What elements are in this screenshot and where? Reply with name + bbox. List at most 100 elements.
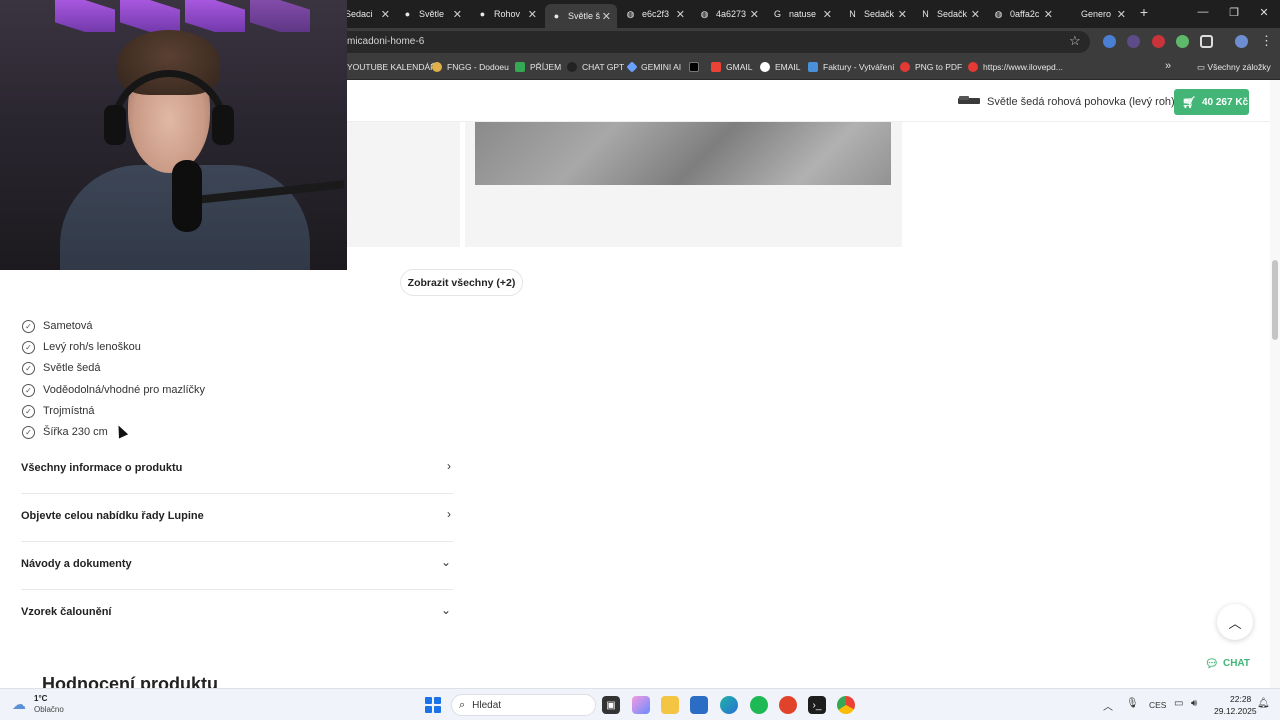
clock-date[interactable]: 29.12.2025 <box>1214 706 1257 716</box>
copilot-icon[interactable] <box>632 696 650 714</box>
address-bar-url[interactable]: micadoni-home-6 <box>347 36 424 47</box>
accordion-manuals[interactable]: Návody a dokumenty ⌄ <box>21 542 453 590</box>
tab-title: Světle š <box>568 11 601 21</box>
add-to-cart-button[interactable]: 🛒︎ 40 267 Kč <box>1174 89 1249 115</box>
close-tab-icon[interactable]: ✕ <box>898 8 907 21</box>
close-window-button[interactable]: ✕ <box>1256 6 1272 19</box>
terminal-icon[interactable]: ›_ <box>808 696 826 714</box>
extension-icon[interactable] <box>1127 35 1140 48</box>
bookmark-item[interactable]: GMAIL <box>711 62 752 72</box>
product-photo[interactable] <box>475 122 891 185</box>
neon-light-panel <box>185 0 245 32</box>
globe-icon: ◍ <box>626 8 635 19</box>
weather-temperature[interactable]: 1°C <box>34 694 47 703</box>
cloud-weather-icon[interactable]: ☁ <box>12 696 26 713</box>
browser-tab[interactable]: ● Světle ✕ <box>402 4 462 24</box>
scrollbar-thumb[interactable] <box>1272 260 1278 340</box>
extension-icon[interactable] <box>1152 35 1165 48</box>
feature-label: Šířka 230 cm <box>43 426 108 438</box>
scroll-to-top-button[interactable]: ︿ <box>1217 604 1253 640</box>
show-all-photos-button[interactable]: Zobrazit všechny (+2) <box>400 269 523 296</box>
notification-bell-icon[interactable]: 🔔︎ <box>1257 698 1270 709</box>
bookmark-item[interactable]: GEMINI AI <box>626 61 681 73</box>
bookmark-star-icon[interactable]: ☆ <box>1069 33 1081 49</box>
minimize-window-button[interactable]: — <box>1195 6 1211 18</box>
page-scrollbar[interactable] <box>1270 80 1280 688</box>
clock-time[interactable]: 22:28 <box>1230 694 1251 704</box>
browser-tab[interactable]: ◍ 4a6273 ✕ <box>699 4 759 24</box>
taskbar-search-box[interactable]: ⌕ Hledat <box>451 694 596 716</box>
outlook-icon[interactable] <box>690 696 708 714</box>
feature-label: Levý roh/s lenoškou <box>43 341 141 353</box>
browser-tab[interactable]: Genero ✕ <box>1081 4 1126 24</box>
accordion-label: Objevte celou nabídku řady Lupine <box>21 510 204 522</box>
volume-icon[interactable]: 🔊︎ <box>1191 698 1197 709</box>
tab-title: Světle <box>419 9 445 19</box>
file-explorer-icon[interactable] <box>661 696 679 714</box>
accordion-product-info[interactable]: Všechny informace o produktu › <box>21 446 453 494</box>
close-tab-icon[interactable]: ✕ <box>971 8 980 21</box>
close-tab-icon[interactable]: ✕ <box>1044 8 1053 21</box>
obs-icon[interactable] <box>779 696 797 714</box>
close-tab-icon[interactable]: ✕ <box>1117 8 1126 21</box>
browser-tab[interactable]: N Sedačk ✕ <box>920 4 980 24</box>
windows-start-button[interactable] <box>425 697 441 713</box>
tray-overflow-icon[interactable]: ︿ <box>1103 698 1113 713</box>
close-tab-icon[interactable]: ✕ <box>823 8 832 21</box>
accordion-upholstery-sample[interactable]: Vzorek čalounění ⌄ <box>21 590 453 638</box>
browser-tab[interactable]: ◍ 0affa2c ✕ <box>993 4 1053 24</box>
feature-label: Voděodolná/vhodné pro mazlíčky <box>43 384 206 396</box>
bookmark-item[interactable]: YOUTUBE KALENDÁŘ <box>347 62 436 72</box>
browser-menu-icon[interactable]: ⋮ <box>1260 33 1273 49</box>
spotify-icon[interactable] <box>750 696 768 714</box>
new-tab-button[interactable]: + <box>1136 4 1152 20</box>
gallery-thumbnail[interactable] <box>347 122 460 247</box>
keyboard-language[interactable]: CES <box>1149 700 1166 710</box>
close-tab-icon[interactable]: ✕ <box>676 8 685 21</box>
extension-icon[interactable] <box>1176 35 1189 48</box>
profile-avatar-icon[interactable] <box>1235 35 1248 48</box>
bookmark-item[interactable]: PNG to PDF <box>900 62 962 72</box>
close-tab-icon[interactable]: ✕ <box>750 8 759 21</box>
all-bookmarks-button[interactable]: ▭ Všechny záložky <box>1197 62 1271 73</box>
close-tab-icon[interactable]: ✕ <box>602 10 611 23</box>
bookmark-item[interactable]: EMAIL <box>760 62 801 72</box>
close-tab-icon[interactable]: ✕ <box>528 8 537 21</box>
chrome-icon[interactable] <box>837 696 855 714</box>
bookmark-label: PNG to PDF <box>915 62 963 72</box>
close-tab-icon[interactable]: ✕ <box>381 8 390 21</box>
chat-button[interactable]: 💬︎ CHAT <box>1205 657 1250 670</box>
tab-title: Sedačk <box>937 9 968 19</box>
browser-tab-active[interactable]: ● Světle š ✕ <box>545 4 617 28</box>
microphone-icon[interactable]: 🎙︎ <box>1126 698 1139 709</box>
feature-label: Sametová <box>43 320 93 332</box>
bookmark-item[interactable]: Faktury - Vytváření <box>808 62 894 72</box>
restore-window-button[interactable]: ❐ <box>1226 6 1242 19</box>
sticky-product-name[interactable]: Světle šedá rohová pohovka (levý roh) ..… <box>987 96 1187 108</box>
extensions-puzzle-icon[interactable] <box>1200 35 1213 48</box>
network-icon[interactable]: ▭ <box>1174 698 1183 709</box>
browser-tab[interactable]: Sedaci ✕ <box>345 4 390 24</box>
close-tab-icon[interactable]: ✕ <box>453 8 462 21</box>
bookmark-item[interactable]: PŘÍJEM <box>515 62 561 72</box>
weather-description[interactable]: Oblačno <box>34 705 64 714</box>
heart-icon <box>900 62 910 72</box>
bookmark-item[interactable] <box>689 62 704 72</box>
task-view-icon[interactable]: ▣ <box>602 696 620 714</box>
extension-icon[interactable] <box>1103 35 1116 48</box>
check-circle-icon: ✓ <box>22 404 35 418</box>
accordion-lupine-range[interactable]: Objevte celou nabídku řady Lupine › <box>21 494 453 542</box>
edge-icon[interactable] <box>720 696 738 714</box>
bookmark-item[interactable]: https://www.ilovepd... <box>968 62 1063 72</box>
feature-item: ✓ Levý roh/s lenoškou <box>22 339 141 355</box>
bookmarks-overflow-icon[interactable]: » <box>1165 60 1171 72</box>
tab-title: Rohov <box>494 9 521 19</box>
bookmark-favicon-icon <box>689 62 699 72</box>
bookmark-item[interactable]: FNGG - Dodoeu <box>432 62 509 72</box>
browser-tab[interactable]: G natuse ✕ <box>772 4 832 24</box>
webcam-overlay <box>0 0 347 270</box>
browser-tab[interactable]: ● Rohov ✕ <box>477 4 537 24</box>
browser-tab[interactable]: N Sedačk ✕ <box>847 4 907 24</box>
browser-tab[interactable]: ◍ e6c2f3 ✕ <box>625 4 685 24</box>
bookmark-item[interactable]: CHAT GPT <box>567 62 624 72</box>
